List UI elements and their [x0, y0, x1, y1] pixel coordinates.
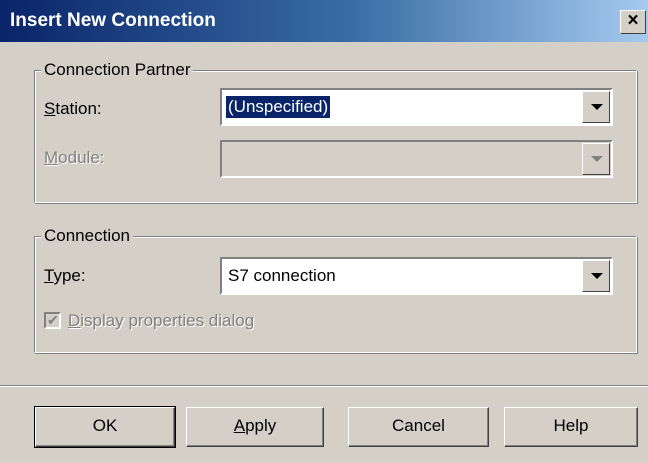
chevron-down-icon — [591, 273, 603, 279]
station-label-rest: tation: — [55, 99, 102, 118]
module-label-rest: odule: — [58, 148, 105, 167]
window-title: Insert New Connection — [10, 10, 216, 31]
display-properties-accel: D — [68, 311, 81, 330]
type-dropdown-button[interactable] — [582, 260, 610, 292]
close-icon: × — [627, 10, 639, 31]
title-bar: Insert New Connection × — [0, 0, 648, 42]
type-label-rest: ype: — [53, 266, 86, 285]
module-label: Module: — [44, 148, 105, 168]
module-label-accel: M — [44, 148, 59, 167]
chevron-down-icon — [591, 156, 603, 162]
station-dropdown-value: (Unspecified) — [224, 95, 332, 119]
display-properties-checkbox: ✔ — [44, 312, 61, 329]
cancel-button-label: Cancel — [392, 416, 445, 435]
apply-accel: A — [233, 416, 246, 435]
module-dropdown-value — [226, 148, 230, 170]
connection-partner-legend: Connection Partner — [41, 60, 194, 80]
display-properties-rest: isplay properties dialog — [80, 311, 255, 330]
type-dropdown-value: S7 connection — [228, 266, 336, 285]
ok-button[interactable]: OK — [34, 406, 176, 448]
help-button[interactable]: Help — [504, 407, 638, 447]
module-dropdown — [220, 140, 613, 178]
separator — [0, 385, 648, 387]
station-label-accel: S — [44, 99, 56, 118]
chevron-down-icon — [591, 104, 603, 110]
ok-button-label: OK — [92, 416, 118, 435]
type-label: Type: — [44, 266, 86, 286]
apply-button-label: Apply — [234, 416, 277, 435]
apply-button[interactable]: Apply — [186, 407, 324, 447]
apply-rest: pply — [245, 416, 277, 435]
help-button-label: Help — [553, 416, 589, 435]
station-label: Station: — [44, 99, 102, 119]
checkmark-icon: ✔ — [47, 312, 59, 328]
cancel-button[interactable]: Cancel — [348, 407, 489, 447]
type-dropdown[interactable]: S7 connection — [220, 257, 613, 295]
insert-connection-dialog: Insert New Connection × Connection Partn… — [0, 0, 648, 463]
station-dropdown[interactable]: (Unspecified) — [220, 88, 613, 126]
station-dropdown-button[interactable] — [582, 91, 610, 123]
connection-legend: Connection — [41, 226, 134, 246]
display-properties-label: Display properties dialog — [68, 311, 254, 331]
close-button[interactable]: × — [620, 10, 646, 34]
module-dropdown-button — [582, 143, 610, 175]
